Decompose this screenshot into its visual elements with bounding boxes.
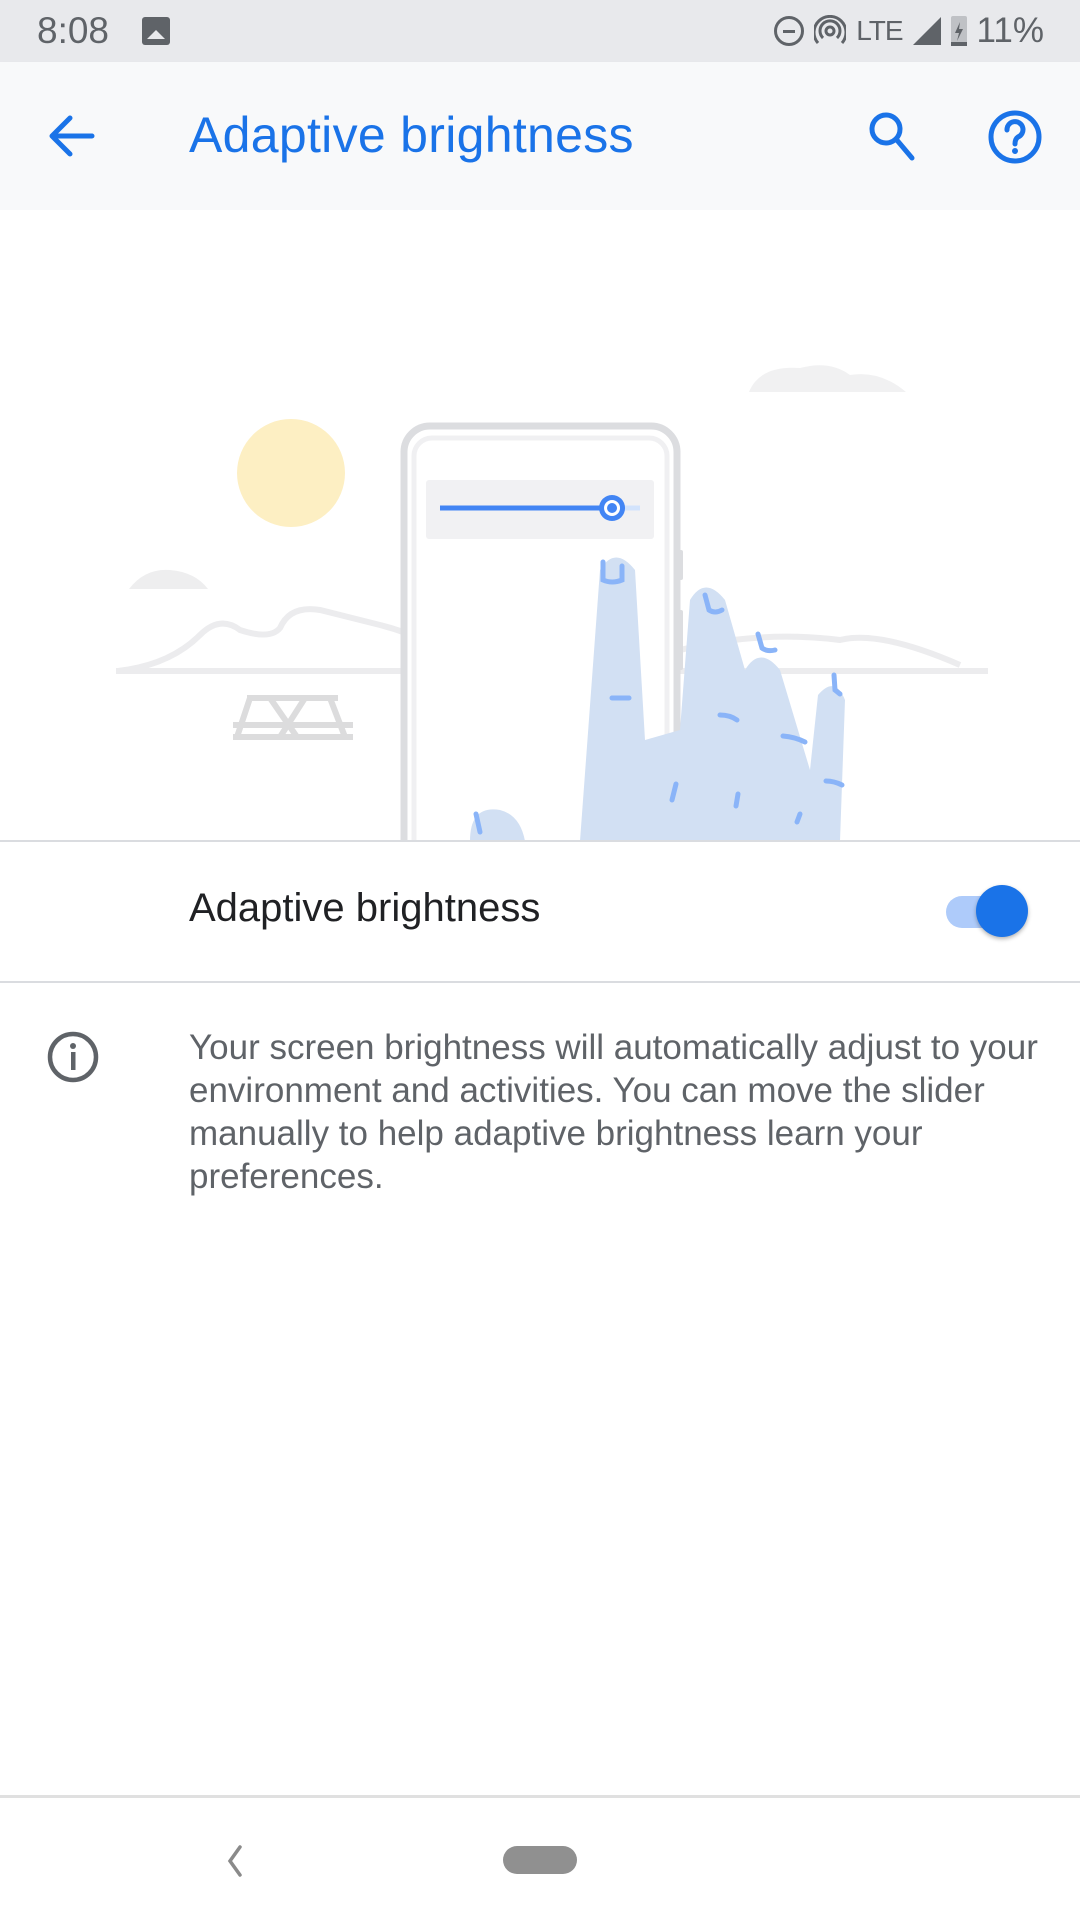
navigation-bar — [0, 1795, 1080, 1923]
status-bar: 8:08 LTE 11% — [0, 0, 1080, 62]
search-button[interactable] — [862, 106, 922, 166]
phone-button-2 — [677, 610, 683, 670]
signal-icon — [912, 17, 941, 45]
cloud-right — [749, 365, 906, 392]
page-title: Adaptive brightness — [189, 107, 634, 163]
bench — [233, 695, 353, 740]
nav-back-button[interactable] — [220, 1843, 250, 1879]
do-not-disturb-icon — [774, 16, 805, 46]
phone-button-1 — [677, 550, 683, 580]
nav-back-icon — [227, 1845, 242, 1877]
illustration-graphic — [116, 365, 988, 841]
status-time: 8:08 — [37, 10, 110, 51]
divider-bottom — [0, 981, 1080, 983]
back-button[interactable] — [44, 108, 100, 164]
hotspot-icon — [812, 14, 848, 47]
slider-thumb — [599, 495, 626, 521]
search-icon — [869, 112, 915, 161]
help-icon — [988, 110, 1042, 164]
info-description: Your screen brightness will automaticall… — [189, 1028, 1038, 1196]
switch-thumb — [976, 885, 1028, 937]
adaptive-brightness-row[interactable]: Adaptive brightness — [0, 842, 1080, 981]
cloud-left — [129, 569, 208, 589]
battery-charging-icon — [950, 16, 967, 46]
battery-level: 11% — [976, 11, 1044, 50]
network-type: LTE — [856, 15, 903, 46]
adaptive-brightness-label: Adaptive brightness — [189, 886, 541, 930]
help-button[interactable] — [984, 106, 1046, 168]
info-icon — [46, 1030, 100, 1084]
arrow-back-icon — [49, 115, 95, 157]
sun — [237, 419, 345, 527]
image-notification-icon — [142, 17, 170, 45]
adaptive-brightness-switch[interactable] — [944, 885, 1030, 939]
illustration — [0, 210, 1080, 841]
app-bar: Adaptive brightness — [0, 62, 1080, 210]
home-pill-icon[interactable] — [503, 1846, 577, 1874]
status-icons: LTE 11% — [774, 10, 1044, 52]
